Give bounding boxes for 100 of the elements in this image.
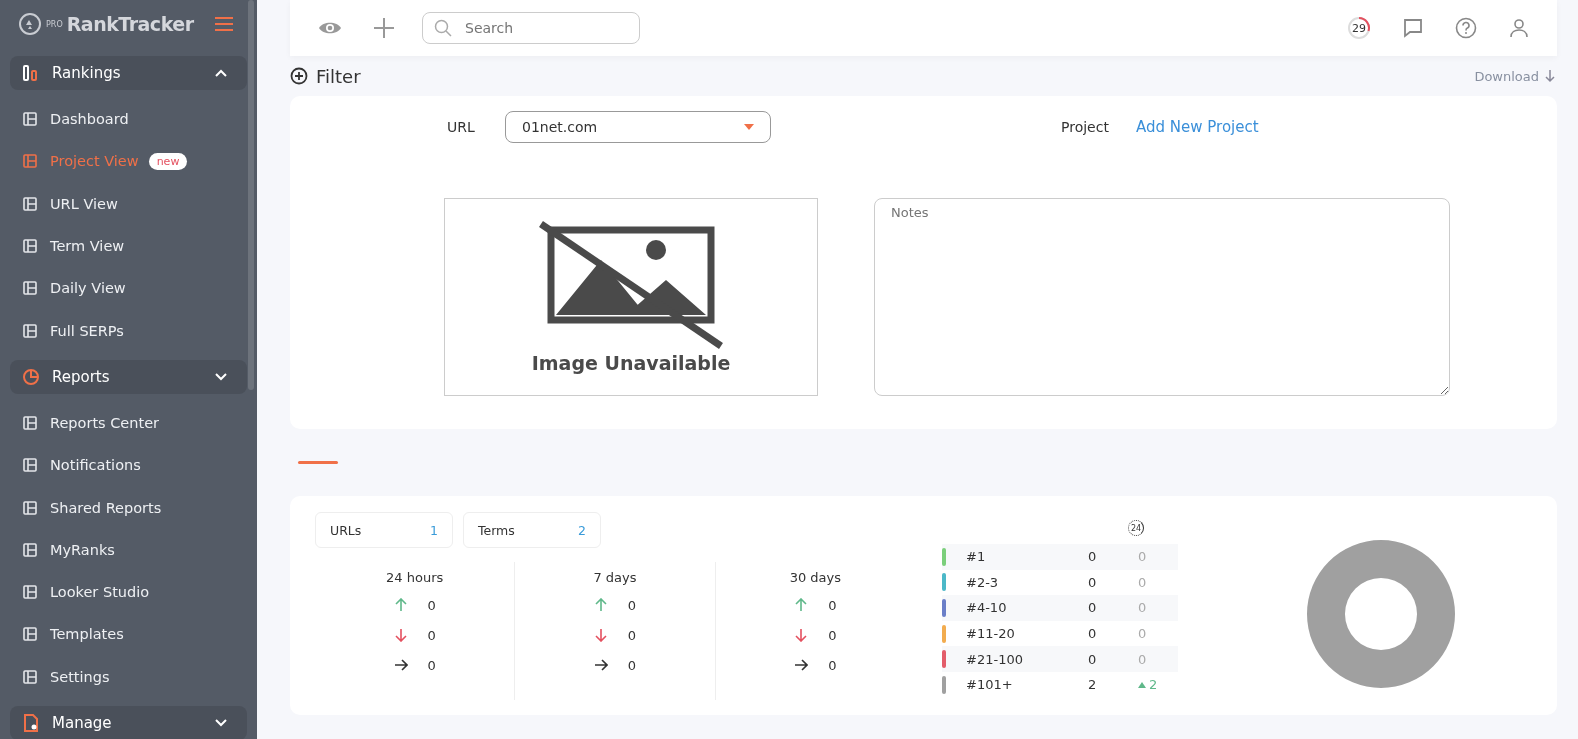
rank-count: 2 [1088,677,1098,693]
menu-item-icon [22,111,38,128]
sidebar-item[interactable]: Templates [10,613,247,656]
menu-item-icon [22,457,38,474]
menu-icon[interactable] [215,17,233,31]
plus-icon[interactable] [374,18,394,38]
broken-image-icon [536,220,726,350]
same-count: 0 [828,657,837,673]
down-count: 0 [828,627,837,643]
sidebar-item[interactable]: Looker Studio [10,570,247,614]
section-icon [22,713,40,732]
sidebar-item[interactable]: Project View new [10,140,247,183]
counter-label: Terms [478,522,515,538]
menu-item-icon [22,153,38,170]
sidebar-item[interactable]: URL View [10,182,247,225]
search-field[interactable]: Search [422,12,640,44]
counter-value: 2 [578,522,586,538]
sidebar-item[interactable]: Term View [10,224,247,268]
chevron-icon [215,718,227,727]
add-project-link[interactable]: Add New Project [1136,118,1259,136]
arrow-down-icon [593,628,608,642]
new-badge: new [148,152,188,170]
up-count: 0 [627,597,637,613]
sidebar-item[interactable]: MyRanks [10,528,247,571]
menu-item-icon [22,322,38,339]
arrow-right-icon [593,658,608,672]
logo-pro-text: PRO [46,19,63,29]
rank-change: 0 [1138,574,1147,590]
logo-text: RankTracker [66,13,194,35]
section-icon [22,367,40,386]
chevron-icon [215,372,227,381]
rank-range: #101+ [966,677,1014,693]
filter-button[interactable]: Filter [290,65,361,87]
search-icon [434,19,452,37]
menu-item-icon [22,584,38,601]
rank-change: 0 [1138,600,1147,616]
rank-count: 0 [1088,549,1098,565]
counter-label: URLs [330,522,362,538]
rank-count: 0 [1088,600,1098,616]
arrow-down-icon [393,628,408,642]
chevron-icon [215,69,227,77]
menu-item-icon [22,541,38,558]
download-link[interactable]: Download [1474,68,1557,84]
up-count: 0 [828,597,837,613]
url-label: URL [447,119,476,135]
rank-count: 0 [1088,651,1098,667]
period-title: 7 days [593,570,637,585]
down-count: 0 [427,627,436,643]
image-unavailable-text: Image Unavailable [531,352,731,374]
arrow-right-icon [794,658,809,672]
rank-count: 0 [1088,626,1098,642]
menu-group[interactable]: Rankings [10,56,247,90]
download-icon [1543,69,1557,83]
sidebar-item[interactable]: Settings [10,655,247,698]
same-count: 0 [427,657,436,673]
rank-range: #2-3 [966,574,1000,590]
rank-range: #11-20 [966,626,1016,642]
notes-field[interactable]: Notes [874,198,1450,396]
user-icon[interactable] [1509,18,1529,38]
chat-icon[interactable] [1403,18,1423,38]
rank-range: #21-100 [966,651,1024,667]
rank-range: #1 [966,549,987,565]
period-title: 24 hours [386,570,444,585]
menu-group[interactable]: Reports [10,359,247,394]
logo-icon [18,12,42,36]
up-count: 0 [427,597,436,613]
menu-item-icon [22,499,38,516]
sidebar-item[interactable]: Reports Center [10,401,247,445]
menu-group[interactable]: Manage [10,705,247,739]
arrow-up-icon [393,598,408,612]
arrow-up-icon [794,598,809,612]
section-icon [22,64,40,82]
rank-change: 0 [1138,549,1147,565]
period-title: 30 days [789,570,841,585]
rank-range: #4-10 [966,600,1008,616]
menu-item-icon [22,280,38,297]
rank-change: 0 [1138,651,1147,667]
menu-item-icon [22,238,38,255]
menu-item-icon [22,668,38,685]
sidebar-item[interactable]: Shared Reports [10,486,247,529]
counter-value: 1 [430,522,438,538]
plus-circle-icon [290,67,308,85]
menu-item-icon [22,195,38,212]
arrow-right-icon [393,658,408,672]
sidebar-item[interactable]: Daily View [10,267,247,310]
credits-badge[interactable]: 29 [1347,16,1371,40]
arrow-up-icon [593,598,608,612]
url-dropdown[interactable]: 01net.com [505,111,771,143]
sidebar-item[interactable]: Full SERPs [10,309,247,352]
rank-change: 0 [1138,626,1147,642]
rank-count: 0 [1088,574,1098,590]
arrow-down-icon [794,628,809,642]
eye-icon[interactable] [318,20,342,36]
caret-icon [744,124,754,130]
sidebar-item[interactable]: Notifications [10,444,247,487]
down-count: 0 [627,627,637,643]
sidebar-item[interactable]: Dashboard [10,98,247,141]
project-label: Project [1061,119,1110,135]
same-count: 0 [627,657,637,673]
help-icon[interactable] [1455,17,1477,39]
